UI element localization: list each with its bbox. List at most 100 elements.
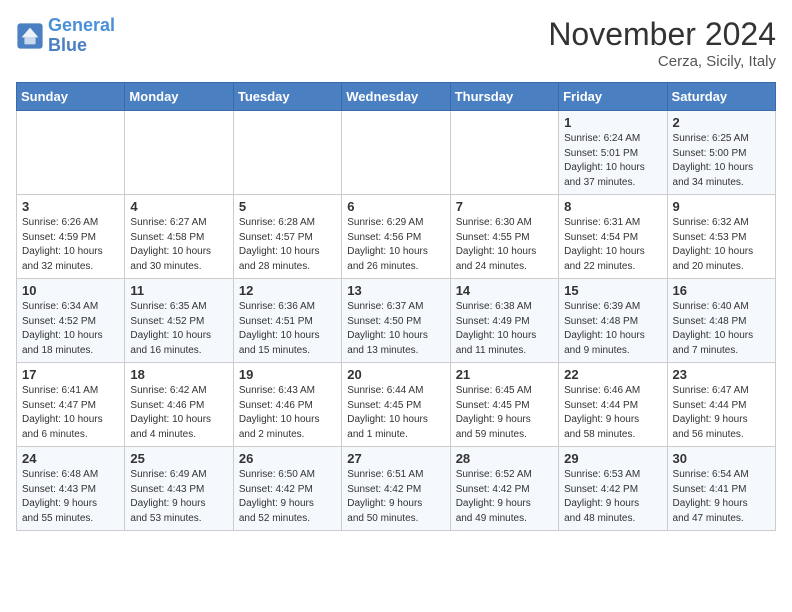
cell-info: Sunrise: 6:44 AM Sunset: 4:45 PM Dayligh…: [347, 384, 444, 442]
day-number: 1: [564, 115, 661, 130]
calendar-cell: 26Sunrise: 6:50 AM Sunset: 4:42 PM Dayli…: [233, 447, 341, 531]
cell-info: Sunrise: 6:42 AM Sunset: 4:46 PM Dayligh…: [130, 384, 227, 442]
day-number: 8: [564, 199, 661, 214]
cell-info: Sunrise: 6:46 AM Sunset: 4:44 PM Dayligh…: [564, 384, 661, 442]
day-number: 16: [673, 283, 770, 298]
calendar-week-row: 1 Sunrise: 6:24 AM Sunset: 5:01 PM Daylig…: [17, 111, 776, 195]
day-number: 27: [347, 451, 444, 466]
day-header: Saturday: [667, 83, 775, 111]
cell-info: Sunrise: 6:24 AM Sunset: 5:01 PM Dayligh…: [564, 132, 661, 190]
cell-info: Sunrise: 6:53 AM Sunset: 4:42 PM Dayligh…: [564, 468, 661, 526]
month-title: November 2024: [548, 16, 776, 53]
day-number: 12: [239, 283, 336, 298]
cell-info: Sunrise: 6:26 AM Sunset: 4:59 PM Dayligh…: [22, 216, 119, 274]
day-number: 20: [347, 367, 444, 382]
calendar-cell: 25 Sunrise: 6:49 AM Sunset: 4:43 PM Dayli…: [125, 447, 233, 531]
day-header: Monday: [125, 83, 233, 111]
cell-info: Sunrise: 6:47 AM Sunset: 4:44 PM Dayligh…: [673, 384, 770, 442]
calendar-week-row: 10 Sunrise: 6:34 AM Sunset: 4:52 PM Dayli…: [17, 279, 776, 363]
title-block: November 2024 Cerza, Sicily, Italy: [548, 16, 776, 70]
logo-text: General Blue: [48, 16, 115, 56]
calendar-cell: 3 Sunrise: 6:26 AM Sunset: 4:59 PM Daylig…: [17, 195, 125, 279]
cell-info: Sunrise: 6:30 AM Sunset: 4:55 PM Dayligh…: [456, 216, 553, 274]
day-number: 19: [239, 367, 336, 382]
calendar-cell: 9Sunrise: 6:32 AM Sunset: 4:53 PM Daylig…: [667, 195, 775, 279]
calendar-cell: 10 Sunrise: 6:34 AM Sunset: 4:52 PM Dayli…: [17, 279, 125, 363]
day-number: 13: [347, 283, 444, 298]
day-number: 17: [22, 367, 119, 382]
calendar-cell: [233, 111, 341, 195]
day-number: 25: [130, 451, 227, 466]
cell-info: Sunrise: 6:31 AM Sunset: 4:54 PM Dayligh…: [564, 216, 661, 274]
calendar-cell: 16 Sunrise: 6:40 AM Sunset: 4:48 PM Dayli…: [667, 279, 775, 363]
calendar-cell: 23 Sunrise: 6:47 AM Sunset: 4:44 PM Dayli…: [667, 363, 775, 447]
day-number: 2: [673, 115, 770, 130]
day-number: 4: [130, 199, 227, 214]
cell-info: Sunrise: 6:35 AM Sunset: 4:52 PM Dayligh…: [130, 300, 227, 358]
day-number: 11: [130, 283, 227, 298]
cell-info: Sunrise: 6:38 AM Sunset: 4:49 PM Dayligh…: [456, 300, 553, 358]
calendar-cell: 29 Sunrise: 6:53 AM Sunset: 4:42 PM Dayli…: [559, 447, 667, 531]
cell-info: Sunrise: 6:48 AM Sunset: 4:43 PM Dayligh…: [22, 468, 119, 526]
page-header: General Blue November 2024 Cerza, Sicily…: [16, 16, 776, 70]
logo-icon: [16, 22, 44, 50]
calendar-cell: 21 Sunrise: 6:45 AM Sunset: 4:45 PM Dayli…: [450, 363, 558, 447]
day-number: 6: [347, 199, 444, 214]
logo: General Blue: [16, 16, 115, 56]
calendar-cell: 4Sunrise: 6:27 AM Sunset: 4:58 PM Daylig…: [125, 195, 233, 279]
day-number: 15: [564, 283, 661, 298]
day-header: Thursday: [450, 83, 558, 111]
cell-info: Sunrise: 6:49 AM Sunset: 4:43 PM Dayligh…: [130, 468, 227, 526]
cell-info: Sunrise: 6:36 AM Sunset: 4:51 PM Dayligh…: [239, 300, 336, 358]
calendar-week-row: 24 Sunrise: 6:48 AM Sunset: 4:43 PM Dayli…: [17, 447, 776, 531]
cell-info: Sunrise: 6:34 AM Sunset: 4:52 PM Dayligh…: [22, 300, 119, 358]
cell-info: Sunrise: 6:43 AM Sunset: 4:46 PM Dayligh…: [239, 384, 336, 442]
cell-info: Sunrise: 6:51 AM Sunset: 4:42 PM Dayligh…: [347, 468, 444, 526]
calendar-cell: 28 Sunrise: 6:52 AM Sunset: 4:42 PM Dayli…: [450, 447, 558, 531]
day-number: 7: [456, 199, 553, 214]
day-header: Friday: [559, 83, 667, 111]
calendar-cell: 19 Sunrise: 6:43 AM Sunset: 4:46 PM Dayli…: [233, 363, 341, 447]
cell-info: Sunrise: 6:28 AM Sunset: 4:57 PM Dayligh…: [239, 216, 336, 274]
calendar-week-row: 3 Sunrise: 6:26 AM Sunset: 4:59 PM Daylig…: [17, 195, 776, 279]
calendar-cell: [125, 111, 233, 195]
day-number: 24: [22, 451, 119, 466]
cell-info: Sunrise: 6:41 AM Sunset: 4:47 PM Dayligh…: [22, 384, 119, 442]
cell-info: Sunrise: 6:32 AM Sunset: 4:53 PM Dayligh…: [673, 216, 770, 274]
calendar-cell: 6 Sunrise: 6:29 AM Sunset: 4:56 PM Daylig…: [342, 195, 450, 279]
cell-info: Sunrise: 6:45 AM Sunset: 4:45 PM Dayligh…: [456, 384, 553, 442]
day-number: 23: [673, 367, 770, 382]
cell-info: Sunrise: 6:37 AM Sunset: 4:50 PM Dayligh…: [347, 300, 444, 358]
day-number: 28: [456, 451, 553, 466]
cell-info: Sunrise: 6:40 AM Sunset: 4:48 PM Dayligh…: [673, 300, 770, 358]
cell-info: Sunrise: 6:39 AM Sunset: 4:48 PM Dayligh…: [564, 300, 661, 358]
day-number: 10: [22, 283, 119, 298]
calendar-table: SundayMondayTuesdayWednesdayThursdayFrid…: [16, 82, 776, 531]
calendar-cell: 15 Sunrise: 6:39 AM Sunset: 4:48 PM Dayli…: [559, 279, 667, 363]
cell-info: Sunrise: 6:29 AM Sunset: 4:56 PM Dayligh…: [347, 216, 444, 274]
day-number: 21: [456, 367, 553, 382]
day-number: 29: [564, 451, 661, 466]
cell-info: Sunrise: 6:25 AM Sunset: 5:00 PM Dayligh…: [673, 132, 770, 190]
calendar-cell: 30 Sunrise: 6:54 AM Sunset: 4:41 PM Dayli…: [667, 447, 775, 531]
calendar-cell: 17 Sunrise: 6:41 AM Sunset: 4:47 PM Dayli…: [17, 363, 125, 447]
day-number: 3: [22, 199, 119, 214]
calendar-cell: 11 Sunrise: 6:35 AM Sunset: 4:52 PM Dayli…: [125, 279, 233, 363]
cell-info: Sunrise: 6:54 AM Sunset: 4:41 PM Dayligh…: [673, 468, 770, 526]
calendar-cell: [450, 111, 558, 195]
calendar-cell: 20 Sunrise: 6:44 AM Sunset: 4:45 PM Dayli…: [342, 363, 450, 447]
day-number: 30: [673, 451, 770, 466]
day-number: 22: [564, 367, 661, 382]
calendar-cell: 1 Sunrise: 6:24 AM Sunset: 5:01 PM Daylig…: [559, 111, 667, 195]
cell-info: Sunrise: 6:52 AM Sunset: 4:42 PM Dayligh…: [456, 468, 553, 526]
day-header: Tuesday: [233, 83, 341, 111]
day-number: 18: [130, 367, 227, 382]
calendar-cell: 8 Sunrise: 6:31 AM Sunset: 4:54 PM Daylig…: [559, 195, 667, 279]
day-header-row: SundayMondayTuesdayWednesdayThursdayFrid…: [17, 83, 776, 111]
calendar-cell: 2 Sunrise: 6:25 AM Sunset: 5:00 PM Daylig…: [667, 111, 775, 195]
day-header: Wednesday: [342, 83, 450, 111]
calendar-cell: 5Sunrise: 6:28 AM Sunset: 4:57 PM Daylig…: [233, 195, 341, 279]
day-number: 26: [239, 451, 336, 466]
day-number: 14: [456, 283, 553, 298]
calendar-cell: [342, 111, 450, 195]
